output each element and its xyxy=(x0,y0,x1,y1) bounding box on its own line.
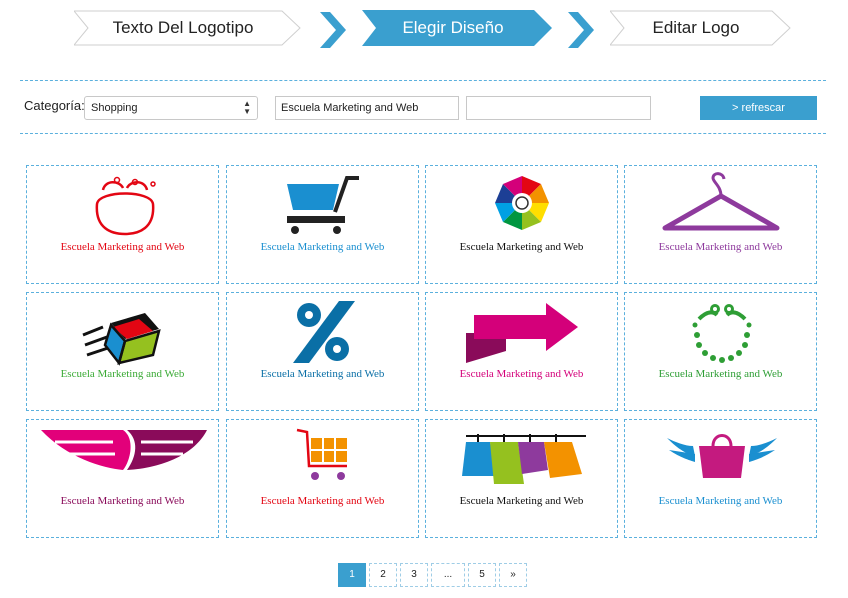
logo-caption: Escuela Marketing and Web xyxy=(260,241,385,253)
category-select[interactable]: Shopping ▲ ▼ xyxy=(84,96,258,120)
step-text-logo[interactable]: Texto Del Logotipo xyxy=(74,10,301,46)
dots-ring-icon xyxy=(692,304,752,363)
page-5-button[interactable]: 5 xyxy=(468,563,496,587)
flying-box-icon xyxy=(82,313,161,366)
percent-icon xyxy=(293,301,355,363)
logo-caption: Escuela Marketing and Web xyxy=(260,368,385,380)
logo-card[interactable]: Escuela Marketing and Web xyxy=(624,419,817,538)
refresh-button[interactable]: > refrescar xyxy=(700,96,817,120)
logo-caption: Escuela Marketing and Web xyxy=(459,495,584,507)
logo-caption: Escuela Marketing and Web xyxy=(260,495,385,507)
logo-caption: Escuela Marketing and Web xyxy=(658,368,783,380)
logo-card[interactable]: Escuela Marketing and Web xyxy=(26,419,219,538)
page-3-button[interactable]: 3 xyxy=(400,563,428,587)
company-name-input[interactable]: Escuela Marketing and Web xyxy=(275,96,459,120)
color-wheel-icon xyxy=(495,176,549,230)
page-2-button[interactable]: 2 xyxy=(369,563,397,587)
slogan-input[interactable] xyxy=(466,96,651,120)
pot-icon xyxy=(95,176,156,236)
chevron-right-icon xyxy=(568,12,594,48)
chevron-right-icon xyxy=(320,12,346,48)
logo-caption: Escuela Marketing and Web xyxy=(459,241,584,253)
logo-caption: Escuela Marketing and Web xyxy=(658,241,783,253)
logo-card[interactable]: Escuela Marketing and Web xyxy=(624,165,817,284)
next-page-button[interactable]: » xyxy=(499,563,527,587)
clothes-line-icon xyxy=(462,434,586,484)
logo-card[interactable]: Escuela Marketing and Web xyxy=(226,419,419,538)
winged-bag-icon xyxy=(667,434,777,478)
logo-caption: Escuela Marketing and Web xyxy=(60,495,185,507)
logo-card[interactable]: Escuela Marketing and Web xyxy=(425,419,618,538)
wings-icon xyxy=(41,430,207,470)
logo-card[interactable]: Escuela Marketing and Web xyxy=(226,165,419,284)
logo-caption: Escuela Marketing and Web xyxy=(60,368,185,380)
wizard-steps: Texto Del Logotipo Elegir Diseño Editar … xyxy=(0,8,848,48)
logo-card[interactable]: Escuela Marketing and Web xyxy=(624,292,817,411)
logo-card[interactable]: Escuela Marketing and Web xyxy=(226,292,419,411)
step-edit-logo[interactable]: Editar Logo xyxy=(610,10,791,46)
shopping-cart-icon xyxy=(287,176,359,234)
logo-card[interactable]: Escuela Marketing and Web xyxy=(425,292,618,411)
logo-card[interactable]: Escuela Marketing and Web xyxy=(26,292,219,411)
page-1-button[interactable]: 1 xyxy=(338,563,366,587)
divider xyxy=(20,133,826,134)
arrow-icon xyxy=(466,303,578,363)
category-value: Shopping xyxy=(91,102,138,114)
step-label: Editar Logo xyxy=(652,18,740,37)
logo-caption: Escuela Marketing and Web xyxy=(60,241,185,253)
category-label: Categoría: xyxy=(24,98,85,113)
step-label: Texto Del Logotipo xyxy=(112,18,254,37)
logo-card[interactable]: Escuela Marketing and Web xyxy=(26,165,219,284)
cart-grid-icon xyxy=(296,428,347,480)
logo-card[interactable]: Escuela Marketing and Web xyxy=(425,165,618,284)
logo-caption: Escuela Marketing and Web xyxy=(658,495,783,507)
divider xyxy=(20,80,826,81)
step-label: Elegir Diseño xyxy=(402,18,504,37)
logo-caption: Escuela Marketing and Web xyxy=(459,368,584,380)
select-arrows-icon: ▲ ▼ xyxy=(243,99,251,116)
hanger-icon xyxy=(662,172,780,231)
step-choose-design[interactable]: Elegir Diseño xyxy=(362,10,552,46)
page-ellipsis: ... xyxy=(431,563,465,587)
